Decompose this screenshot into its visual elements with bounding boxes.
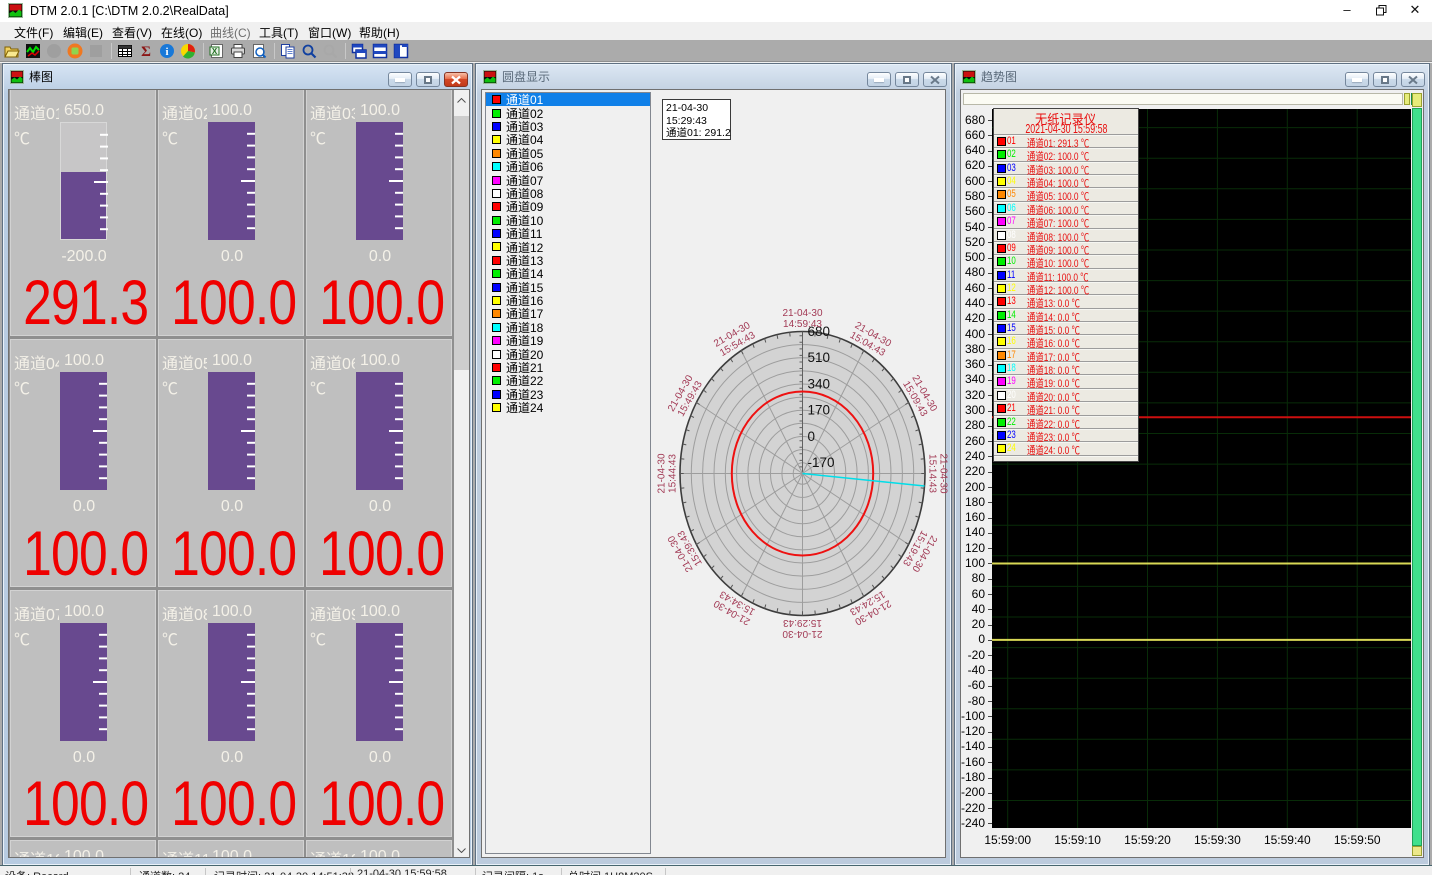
svg-text:21-04-3015:29:43: 21-04-3015:29:43 <box>782 617 822 639</box>
svg-text:i: i <box>165 46 168 58</box>
svg-text:21-04-3014:59:43: 21-04-3014:59:43 <box>782 308 822 330</box>
svg-text:-170: -170 <box>808 455 835 470</box>
svg-text:21-04-3015:44:43: 21-04-3015:44:43 <box>657 453 679 493</box>
svg-text:170: 170 <box>808 403 831 418</box>
svg-text:0: 0 <box>808 429 816 444</box>
svg-text:X: X <box>212 47 218 56</box>
svg-text:510: 510 <box>808 350 831 365</box>
svg-text:Σ: Σ <box>141 44 151 59</box>
svg-text:340: 340 <box>808 377 831 392</box>
